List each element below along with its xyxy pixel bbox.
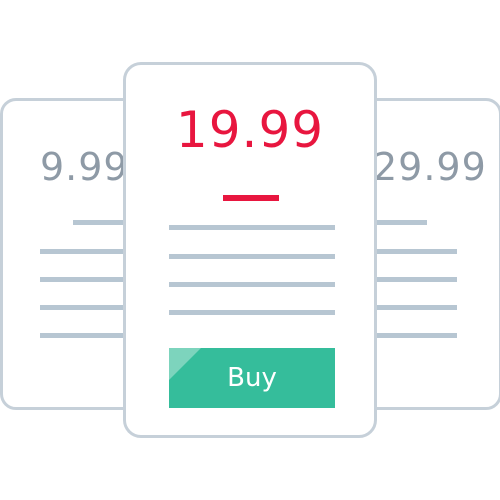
feature-line xyxy=(169,310,335,315)
plan-price: 9.99 xyxy=(40,145,129,189)
buy-button[interactable]: Buy xyxy=(169,348,335,408)
pricing-card-standard: 19.99 Buy xyxy=(123,62,377,438)
feature-line xyxy=(169,254,335,259)
plan-price: 29.99 xyxy=(373,145,487,189)
button-shine xyxy=(169,348,201,380)
price-underline xyxy=(223,195,279,201)
feature-line xyxy=(169,282,335,287)
feature-line xyxy=(169,225,335,230)
buy-button-label: Buy xyxy=(227,363,277,393)
plan-price: 19.99 xyxy=(175,101,325,159)
